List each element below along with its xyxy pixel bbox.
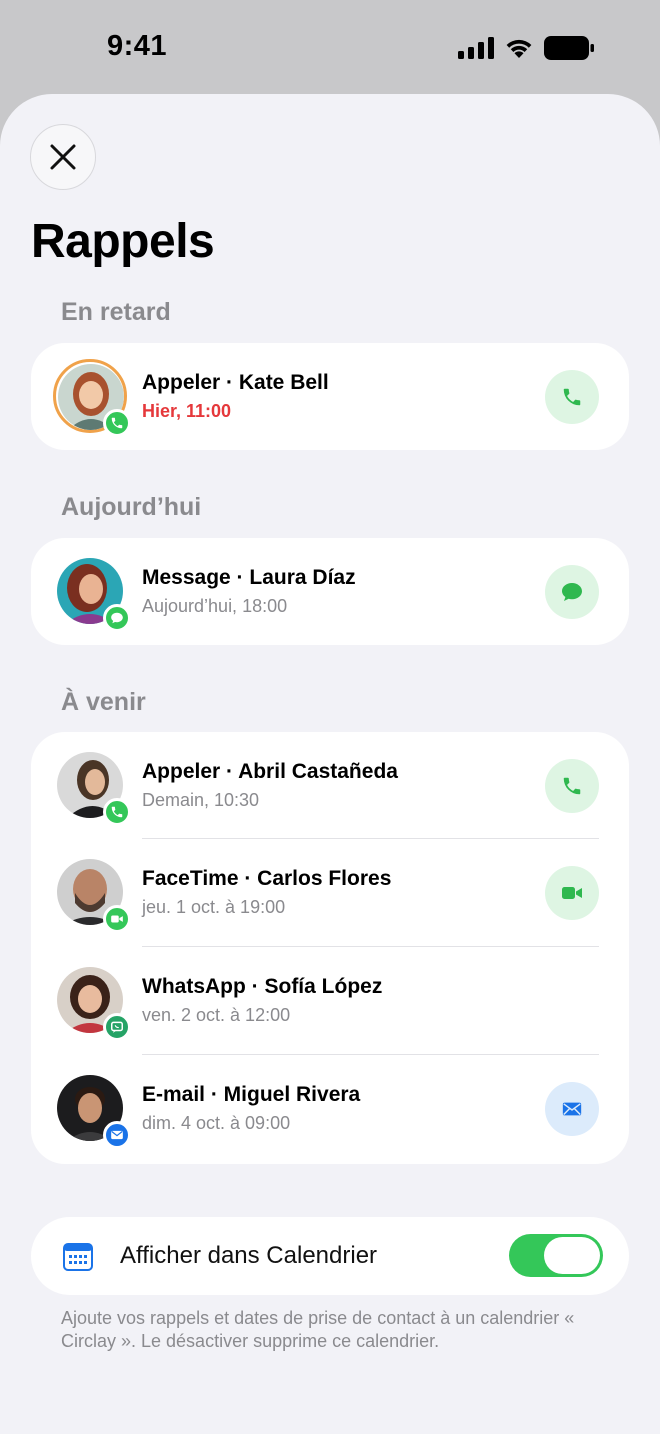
reminder-time: jeu. 1 oct. à 19:00 xyxy=(142,897,286,917)
reminder-row[interactable]: Appeler · Abril Castañeda Demain, 10:30 xyxy=(31,732,629,839)
reminders-sheet: Rappels En retard Appeler · Kate Bell Hi… xyxy=(0,94,660,1434)
call-button[interactable] xyxy=(545,759,599,813)
reminder-row[interactable]: Appeler · Kate Bell Hier, 11:00 xyxy=(31,343,629,450)
section-header-overdue: En retard xyxy=(61,298,171,326)
reminder-time: Demain, 10:30 xyxy=(142,790,260,810)
mail-icon xyxy=(562,1102,582,1116)
upcoming-card: Appeler · Abril Castañeda Demain, 10:30 xyxy=(31,732,629,1164)
reminder-time: dim. 4 oct. à 09:00 xyxy=(142,1113,291,1133)
cellular-signal-icon xyxy=(458,37,494,59)
message-badge-icon xyxy=(103,604,131,632)
video-badge-icon xyxy=(103,905,131,933)
avatar-miguel-rivera xyxy=(57,1075,131,1149)
reminder-time: ven. 2 oct. à 12:00 xyxy=(142,1005,291,1025)
phone-badge-icon xyxy=(103,409,131,437)
calendar-toggle-switch[interactable] xyxy=(509,1234,603,1277)
video-icon xyxy=(562,887,582,899)
calendar-footnote: Ajoute vos rappels et dates de prise de … xyxy=(61,1308,575,1351)
email-button[interactable] xyxy=(545,1082,599,1136)
mail-badge-icon xyxy=(103,1121,131,1149)
reminder-title: FaceTime · Carlos Flores xyxy=(142,867,392,890)
avatar-carlos-flores xyxy=(57,859,131,933)
reminder-row[interactable]: WhatsApp · Sofía López ven. 2 oct. à 12:… xyxy=(31,947,629,1055)
phone-badge-icon xyxy=(103,798,131,826)
call-button[interactable] xyxy=(545,370,599,424)
reminder-time: Hier, 11:00 xyxy=(142,401,232,421)
calendar-toggle-label: Afficher dans Calendrier xyxy=(120,1242,378,1269)
reminder-row[interactable]: Message · Laura Díaz Aujourd’hui, 18:00 xyxy=(31,538,629,645)
status-time: 9:41 xyxy=(107,30,168,62)
avatar-laura-diaz xyxy=(57,558,131,632)
message-button[interactable] xyxy=(545,565,599,619)
message-icon xyxy=(562,583,582,601)
avatar-kate-bell xyxy=(53,359,131,437)
reminder-title: Appeler · Abril Castañeda xyxy=(142,760,398,783)
reminder-title: E-mail · Miguel Rivera xyxy=(142,1083,361,1106)
battery-icon xyxy=(544,36,594,60)
overdue-card: Appeler · Kate Bell Hier, 11:00 xyxy=(31,343,629,450)
phone-icon xyxy=(563,777,581,795)
section-header-upcoming: À venir xyxy=(61,688,146,716)
reminder-time: Aujourd’hui, 18:00 xyxy=(142,596,288,616)
calendar-icon xyxy=(63,1243,93,1271)
whatsapp-badge-icon xyxy=(103,1013,131,1041)
section-header-today: Aujourd’hui xyxy=(61,493,202,521)
status-bar: 9:41 xyxy=(0,0,660,94)
today-card: Message · Laura Díaz Aujourd’hui, 18:00 xyxy=(31,538,629,645)
reminder-title: Message · Laura Díaz xyxy=(142,566,356,589)
facetime-button[interactable] xyxy=(545,866,599,920)
reminder-row[interactable]: FaceTime · Carlos Flores jeu. 1 oct. à 1… xyxy=(31,839,629,947)
reminder-title: WhatsApp · Sofía López xyxy=(142,975,383,998)
wifi-icon xyxy=(506,39,532,58)
avatar-abril-castaneda xyxy=(57,752,131,826)
close-icon xyxy=(50,144,76,170)
reminder-row[interactable]: E-mail · Miguel Rivera dim. 4 oct. à 09:… xyxy=(31,1055,629,1163)
page-title: Rappels xyxy=(31,215,215,268)
calendar-toggle-row: Afficher dans Calendrier xyxy=(31,1217,629,1295)
toggle-knob xyxy=(544,1237,600,1274)
status-icons xyxy=(458,36,594,60)
reminder-title: Appeler · Kate Bell xyxy=(142,371,329,394)
phone-icon xyxy=(563,388,581,406)
close-button[interactable] xyxy=(30,124,96,190)
avatar-sofia-lopez xyxy=(57,967,131,1041)
